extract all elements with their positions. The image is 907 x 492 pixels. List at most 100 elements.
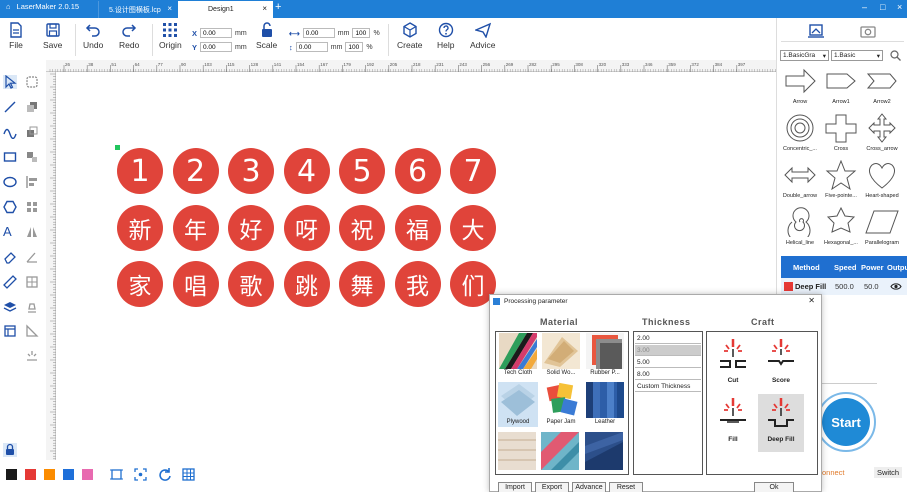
canvas-text-circle[interactable]: 2	[172, 148, 219, 194]
canvas-text-circle[interactable]: 家	[117, 261, 163, 307]
canvas-text-circle[interactable]: 好	[228, 205, 274, 251]
color-swatch-pink[interactable]	[82, 469, 93, 480]
close-tab-icon[interactable]: ×	[262, 4, 267, 13]
canvas-text-circle[interactable]: 呀	[283, 205, 330, 251]
thickness-option[interactable]: 2.00	[635, 333, 701, 344]
material-card-acrylic-icon[interactable]	[541, 432, 579, 470]
width-percent-input[interactable]	[352, 28, 371, 38]
shape-library-item[interactable]: Helical_line	[779, 207, 821, 246]
layer-row[interactable]: Deep Fill 500.0 50.0	[781, 278, 907, 295]
canvas-text-circle[interactable]: 3	[228, 148, 274, 194]
close-dialog-icon[interactable]: ✕	[808, 296, 815, 305]
shape-library-item[interactable]: Parallelogram	[861, 207, 903, 246]
color-swatch-blue[interactable]	[63, 469, 74, 480]
vector-path-icon[interactable]	[25, 324, 39, 338]
shape-library-item[interactable]: Five-pointe...	[820, 160, 862, 199]
add-tab-icon[interactable]: +	[275, 1, 281, 13]
redo-button[interactable]: Redo	[119, 22, 139, 50]
height-percent-input[interactable]	[345, 42, 364, 52]
category-dropdown[interactable]: 1.Basic ▾	[831, 50, 883, 61]
canvas-text-circle[interactable]: 舞	[339, 261, 385, 307]
origin-button[interactable]: Origin	[159, 22, 182, 50]
ruler-tool-icon[interactable]	[3, 275, 17, 289]
shape-library-item[interactable]: Cross_arrow	[861, 113, 903, 152]
library-dropdown[interactable]: 1.BasicGra ▾	[780, 50, 829, 61]
switch-button[interactable]: Switch	[874, 467, 903, 478]
selection-anchor[interactable]	[115, 145, 120, 150]
rectangle-tool-icon[interactable]	[3, 150, 17, 164]
material-card-fabric-icon[interactable]	[585, 432, 623, 470]
create-button[interactable]: Create	[397, 22, 423, 50]
shape-library-item[interactable]: Arrow2	[861, 66, 903, 105]
eye-icon[interactable]	[890, 282, 902, 291]
refresh-icon[interactable]	[158, 468, 171, 481]
canvas-text-circle[interactable]: 6	[394, 148, 441, 194]
template-icon[interactable]	[3, 324, 17, 338]
advice-button[interactable]: Advice	[470, 22, 496, 50]
y-input[interactable]	[200, 42, 233, 52]
search-icon[interactable]	[890, 50, 901, 61]
custom-thickness-option[interactable]: Custom Thickness	[635, 381, 701, 392]
close-tab-icon[interactable]: ×	[167, 4, 172, 13]
layer-back-icon[interactable]	[25, 100, 39, 114]
height-input[interactable]	[295, 42, 328, 52]
color-swatch-orange[interactable]	[44, 469, 55, 480]
shape-library-item[interactable]: Heart-shaped	[861, 160, 903, 199]
craft-fill[interactable]: Fill	[710, 394, 756, 452]
canvas-text-circle[interactable]: 福	[394, 205, 441, 251]
polygon-tool-icon[interactable]	[3, 200, 17, 214]
focus-icon[interactable]	[134, 468, 147, 481]
shape-library-item[interactable]: Arrow	[779, 66, 821, 105]
thickness-option[interactable]: 8.00	[635, 369, 701, 380]
canvas-text-circle[interactable]: 1	[117, 148, 163, 194]
shape-library-item[interactable]: Concentric_...	[779, 113, 821, 152]
text-tool-icon[interactable]: A	[3, 225, 17, 239]
minimize-icon[interactable]: –	[862, 2, 867, 12]
shape-library-item[interactable]: Hexagonal_...	[820, 207, 862, 246]
thickness-option[interactable]: 5.00	[635, 357, 701, 368]
color-swatch-red[interactable]	[25, 469, 36, 480]
ellipse-tool-icon[interactable]	[3, 175, 17, 189]
line-tool-icon[interactable]	[3, 100, 17, 114]
select-tool-icon[interactable]	[3, 74, 17, 89]
width-input[interactable]	[302, 28, 335, 38]
close-window-icon[interactable]: ×	[897, 2, 902, 12]
grid-toggle-icon[interactable]	[182, 468, 195, 481]
mirror-icon[interactable]	[25, 225, 39, 239]
camera-tab-icon[interactable]	[859, 24, 877, 38]
material-solid-wood[interactable]: Solid Wo...	[541, 333, 581, 378]
canvas-text-circle[interactable]: 4	[283, 148, 330, 194]
shape-library-item[interactable]: Arrow1	[820, 66, 862, 105]
connect-link[interactable]: onnect	[822, 468, 845, 477]
layers-icon[interactable]	[3, 300, 17, 314]
material-card-wood-icon[interactable]	[498, 432, 536, 470]
tab-file[interactable]: 5.设计图横板.lcp ×	[98, 1, 178, 18]
canvas-text-circle[interactable]: 歌	[228, 261, 274, 307]
curve-tool-icon[interactable]	[3, 125, 17, 140]
grid-array-icon[interactable]	[25, 200, 39, 214]
import-button[interactable]: Import	[498, 482, 532, 492]
eraser-tool-icon[interactable]	[3, 250, 17, 264]
canvas-text-circle[interactable]: 唱	[172, 261, 219, 307]
craft-deep-fill[interactable]: Deep Fill	[758, 394, 804, 452]
layer-front-icon[interactable]	[25, 125, 39, 139]
fit-frame-icon[interactable]	[110, 468, 123, 481]
advance-button[interactable]: Advance	[572, 482, 606, 492]
align-left-icon[interactable]	[25, 175, 39, 189]
save-button[interactable]: Save	[43, 22, 62, 50]
canvas-text-circle[interactable]: 大	[450, 205, 496, 251]
scale-button[interactable]: Scale	[256, 22, 277, 50]
canvas-text-circle[interactable]: 7	[450, 148, 496, 194]
canvas-text-circle[interactable]: 跳	[283, 261, 330, 307]
home-icon[interactable]: ⌂	[6, 2, 11, 11]
craft-score[interactable]: Score	[758, 335, 804, 393]
marquee-tool-icon[interactable]	[25, 75, 39, 89]
canvas-text-circle[interactable]: 5	[339, 148, 385, 194]
lock-canvas-icon[interactable]	[3, 443, 17, 457]
x-input[interactable]	[200, 28, 233, 38]
export-button[interactable]: Export	[535, 482, 569, 492]
shape-library-tab-icon[interactable]	[807, 24, 825, 38]
material-plywood[interactable]: Plywood	[498, 382, 538, 427]
undo-button[interactable]: Undo	[83, 22, 103, 50]
stamp-icon[interactable]	[25, 300, 39, 314]
